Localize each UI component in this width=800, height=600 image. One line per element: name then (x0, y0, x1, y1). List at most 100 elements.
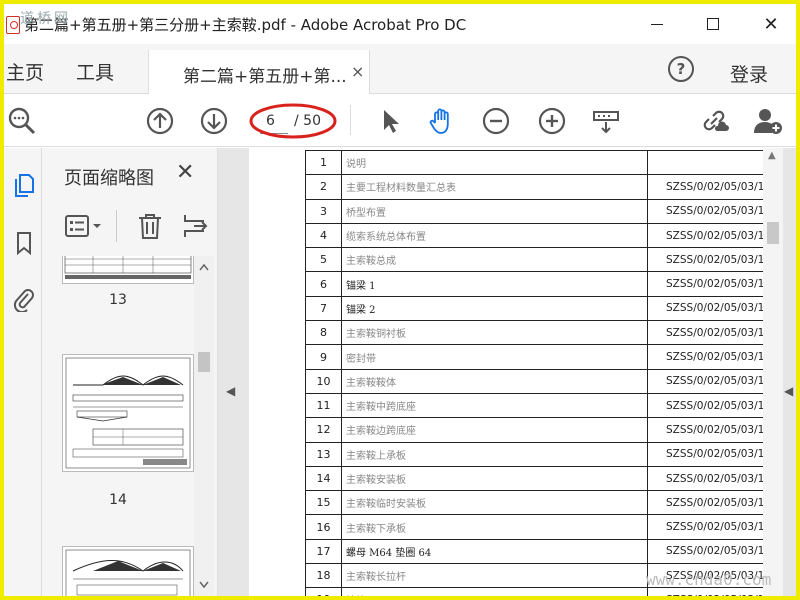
row-number: 6 (305, 271, 342, 297)
login-button[interactable]: 登录 (730, 60, 768, 87)
delete-page-icon[interactable] (136, 212, 164, 240)
thumbnails-scrollbar[interactable] (194, 256, 214, 596)
row-number: 4 (305, 222, 342, 249)
table-row: 8 主索鞍铜衬板 SZSS/0/02/05/03/10 (305, 320, 763, 346)
thumbnail-page-number: 13 (109, 292, 127, 308)
scroll-up-icon[interactable]: ▲ (768, 150, 776, 161)
row-number: 1 (305, 149, 342, 176)
help-button[interactable]: ? (668, 56, 694, 82)
close-tab-button[interactable]: × (351, 62, 364, 81)
scroll-up-icon[interactable] (198, 262, 210, 272)
table-row: 5 主索鞍总成 SZSS/0/02/05/03/10 (305, 247, 763, 273)
search-icon[interactable] (6, 105, 38, 137)
zoom-in-icon[interactable] (536, 105, 568, 137)
tab-tools[interactable]: 工具 (76, 58, 114, 85)
row-number: 2 (305, 174, 342, 200)
bookmark-icon[interactable] (12, 230, 36, 256)
drawing-code: SZSS/0/02/05/03/10 (647, 538, 763, 565)
thumbnail-page[interactable] (62, 256, 194, 284)
drawing-index-table: 1 说明 2 主要工程材料数量汇总表 SZSS/0/02/05/03/10 3 桥型布置 SZ… (305, 149, 763, 596)
thumbnails-panel-title: 页面缩略图 (64, 168, 154, 189)
drawing-code: SZSS/0/02/05/03/10 (647, 271, 763, 297)
page-fit-icon[interactable] (590, 105, 622, 137)
drawing-code: SZSS/0/02/05/03/10 (647, 392, 763, 419)
drawing-code: SZSS/0/02/05/03/10 (647, 247, 763, 273)
drawing-name: 主索鞍下承板 (341, 514, 648, 540)
drawing-name: 主索鞍上承板 (341, 441, 648, 467)
drawing-name: 主索鞍总成 (341, 247, 648, 273)
add-user-icon[interactable] (752, 105, 784, 137)
table-row: 14 主索鞍安装板 SZSS/0/02/05/03/10 (305, 465, 763, 492)
tab-bar: 主页 工具 第二篇+第五册+第... × ? 登录 (4, 44, 796, 94)
next-page-icon[interactable] (198, 105, 230, 137)
thumbnail-toolbar (60, 210, 210, 242)
drawing-name: 主索鞍临时安装板 (341, 490, 648, 516)
table-row: 1 说明 (305, 149, 763, 176)
drawing-code: SZSS/0/02/05/03/10 (647, 320, 763, 346)
drawing-code: SZSS/0/02/05/03/10 (647, 174, 763, 200)
watermark-url: www.cnda0.com (646, 570, 772, 589)
drawing-name: 缆索系统总体布置 (341, 222, 648, 249)
left-navigation-rail (4, 148, 42, 596)
prev-page-icon[interactable] (144, 105, 176, 137)
thumbnail-preview (65, 549, 191, 596)
drawing-name: 挡块 (341, 587, 648, 596)
acrobat-window: 第二篇+第五册+第三分册+主索鞍.pdf - Adobe Acrobat Pro… (4, 4, 796, 596)
drawing-name: 主索鞍中跨底座 (341, 392, 648, 419)
document-scroll-thumb[interactable] (767, 222, 779, 244)
row-number: 3 (305, 198, 342, 224)
extract-page-icon[interactable] (182, 212, 210, 240)
table-row: 4 缆索系统总体布置 SZSS/0/02/05/03/10 (305, 222, 763, 249)
table-row: 9 密封带 SZSS/0/02/05/03/10 (305, 344, 763, 370)
tab-document[interactable]: 第二篇+第五册+第... × (148, 50, 370, 94)
drawing-name: 桥型布置 (341, 198, 648, 224)
row-number: 12 (305, 417, 342, 443)
tab-home[interactable]: 主页 (6, 58, 44, 85)
row-number: 5 (305, 247, 342, 273)
minimize-icon (651, 23, 663, 25)
minimize-button[interactable] (634, 10, 680, 38)
drawing-code: SZSS/0/02/05/03/10 (647, 465, 763, 492)
document-scrollbar[interactable]: ▲ (763, 148, 783, 596)
drawing-name: 主索鞍安装板 (341, 465, 648, 492)
page-thumbnails-icon[interactable] (12, 172, 36, 198)
pdf-page: 1 说明 2 主要工程材料数量汇总表 SZSS/0/02/05/03/10 3 桥型布置 SZ… (249, 148, 763, 596)
collapse-left-panel-icon[interactable]: ◀ (226, 384, 235, 398)
toolbar-divider (350, 105, 351, 135)
table-row: 16 主索鞍下承板 SZSS/0/02/05/03/10 (305, 514, 763, 540)
share-link-icon[interactable] (698, 105, 730, 137)
row-number: 13 (305, 441, 342, 467)
watermark-logo: 道桥网 (20, 11, 71, 27)
pdf-app-icon (6, 16, 20, 34)
close-panel-button[interactable]: ✕ (176, 160, 194, 185)
hand-tool-icon[interactable] (426, 105, 458, 137)
attachment-icon[interactable] (12, 286, 36, 312)
drawing-name: 螺母 M64 垫圈 64 (341, 538, 648, 565)
thumbnail-page[interactable] (62, 354, 194, 472)
table-row: 12 主索鞍边跨底座 SZSS/0/02/05/03/10 (305, 417, 763, 443)
tool-divider (116, 210, 117, 242)
drawing-code: SZSS/0/02/05/03/10 (647, 587, 763, 596)
thumbnails-scroll-thumb[interactable] (198, 352, 210, 372)
table-row: 3 桥型布置 SZSS/0/02/05/03/10 (305, 198, 763, 224)
scroll-down-icon[interactable] (198, 580, 210, 590)
thumbnail-preview (65, 357, 191, 469)
table-row: 13 主索鞍上承板 SZSS/0/02/05/03/10 (305, 441, 763, 467)
toolbar: 6 / 50 (4, 95, 796, 147)
maximize-button[interactable] (690, 10, 736, 38)
zoom-out-icon[interactable] (480, 105, 512, 137)
row-number: 7 (305, 295, 342, 322)
drawing-code: SZSS/0/02/05/03/10 (647, 295, 763, 322)
expand-right-panel-icon[interactable]: ◀ (784, 384, 793, 398)
drawing-code (647, 149, 763, 176)
drawing-code: SZSS/0/02/05/03/10 (647, 441, 763, 467)
table-row: 6 锚梁 1 SZSS/0/02/05/03/10 (305, 271, 763, 297)
thumbnail-page[interactable] (62, 546, 194, 596)
row-number: 10 (305, 368, 342, 394)
close-window-button[interactable]: ✕ (748, 10, 794, 38)
thumbnail-options-icon[interactable] (64, 214, 104, 238)
select-arrow-icon[interactable] (374, 105, 406, 137)
window-title: 第二篇+第五册+第三分册+主索鞍.pdf - Adobe Acrobat Pro… (24, 16, 467, 34)
document-tab-label: 第二篇+第五册+第... (183, 67, 347, 87)
red-highlight-ellipse (249, 103, 337, 139)
